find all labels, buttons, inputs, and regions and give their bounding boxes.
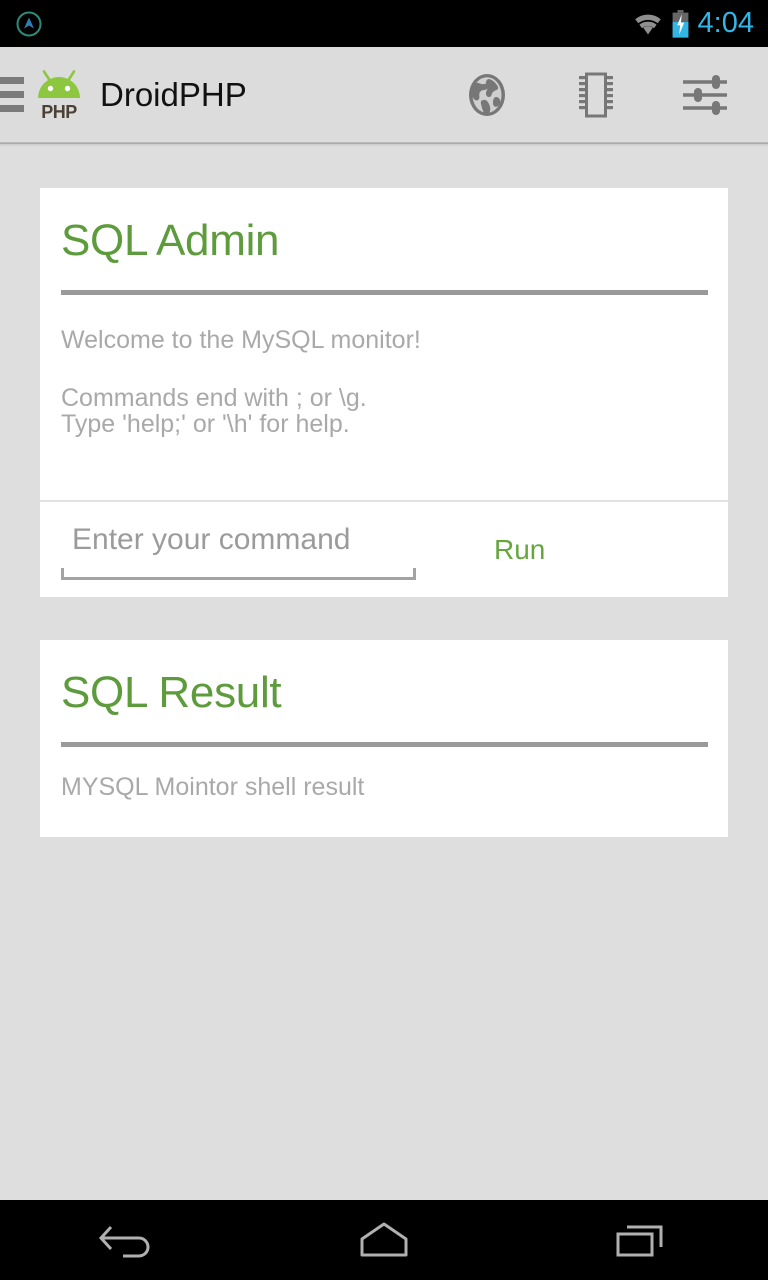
status-bar-clock: 4:04	[697, 7, 754, 39]
hamburger-bar	[0, 91, 24, 98]
app-bar: PHP DroidPHP	[0, 47, 768, 147]
status-bar: 4:04	[0, 0, 768, 47]
sql-result-placeholder-text: MYSQL Mointor shell result	[61, 773, 365, 802]
circle-arrow-up-icon	[14, 9, 44, 39]
chip-icon[interactable]	[569, 68, 623, 122]
hamburger-bar	[0, 77, 24, 84]
title-divider	[61, 290, 708, 296]
wifi-icon	[633, 12, 663, 36]
commands-hint-text: Commands end with ; or \g.	[61, 384, 367, 413]
hamburger-menu-icon[interactable]	[0, 77, 24, 112]
system-navigation-bar	[0, 1200, 768, 1280]
recents-icon[interactable]	[580, 1200, 700, 1280]
svg-text:PHP: PHP	[41, 102, 77, 121]
command-input-row: Enter your command Run	[40, 500, 728, 597]
command-input[interactable]: Enter your command	[61, 520, 416, 580]
input-underline	[61, 567, 416, 580]
sql-admin-body: Welcome to the MySQL monitor! Commands e…	[40, 328, 728, 500]
sql-result-body: MYSQL Mointor shell result	[40, 775, 728, 800]
command-input-placeholder: Enter your command	[72, 522, 351, 556]
home-icon[interactable]	[324, 1200, 444, 1280]
android-php-logo-icon: PHP	[24, 69, 84, 121]
sliders-icon[interactable]	[678, 68, 732, 122]
status-bar-system-icons: 4:04	[633, 9, 754, 38]
sql-admin-card: SQL Admin Welcome to the MySQL monitor! …	[40, 188, 728, 598]
app-bar-actions	[460, 68, 768, 122]
sql-result-title: SQL Result	[61, 668, 282, 717]
hamburger-bar	[0, 105, 24, 112]
status-bar-notifications	[14, 9, 44, 39]
sql-admin-info-section: SQL Admin Welcome to the MySQL monitor! …	[40, 188, 728, 500]
main-content: SQL Admin Welcome to the MySQL monitor! …	[0, 146, 768, 1200]
sql-admin-title: SQL Admin	[61, 216, 280, 265]
welcome-text: Welcome to the MySQL monitor!	[61, 326, 421, 355]
app-title: DroidPHP	[100, 76, 247, 113]
sql-result-section: SQL Result MYSQL Mointor shell result	[40, 640, 728, 837]
run-button[interactable]: Run	[494, 535, 545, 564]
sql-result-card: SQL Result MYSQL Mointor shell result	[40, 640, 728, 838]
back-icon[interactable]	[68, 1200, 188, 1280]
app-screen: 4:04 PHP DroidPHP SQL Admin Welcome to t…	[0, 0, 768, 1280]
title-divider	[61, 742, 708, 748]
globe-icon[interactable]	[460, 68, 514, 122]
battery-charging-icon	[672, 9, 689, 38]
help-hint-text: Type 'help;' or '\h' for help.	[61, 410, 350, 439]
